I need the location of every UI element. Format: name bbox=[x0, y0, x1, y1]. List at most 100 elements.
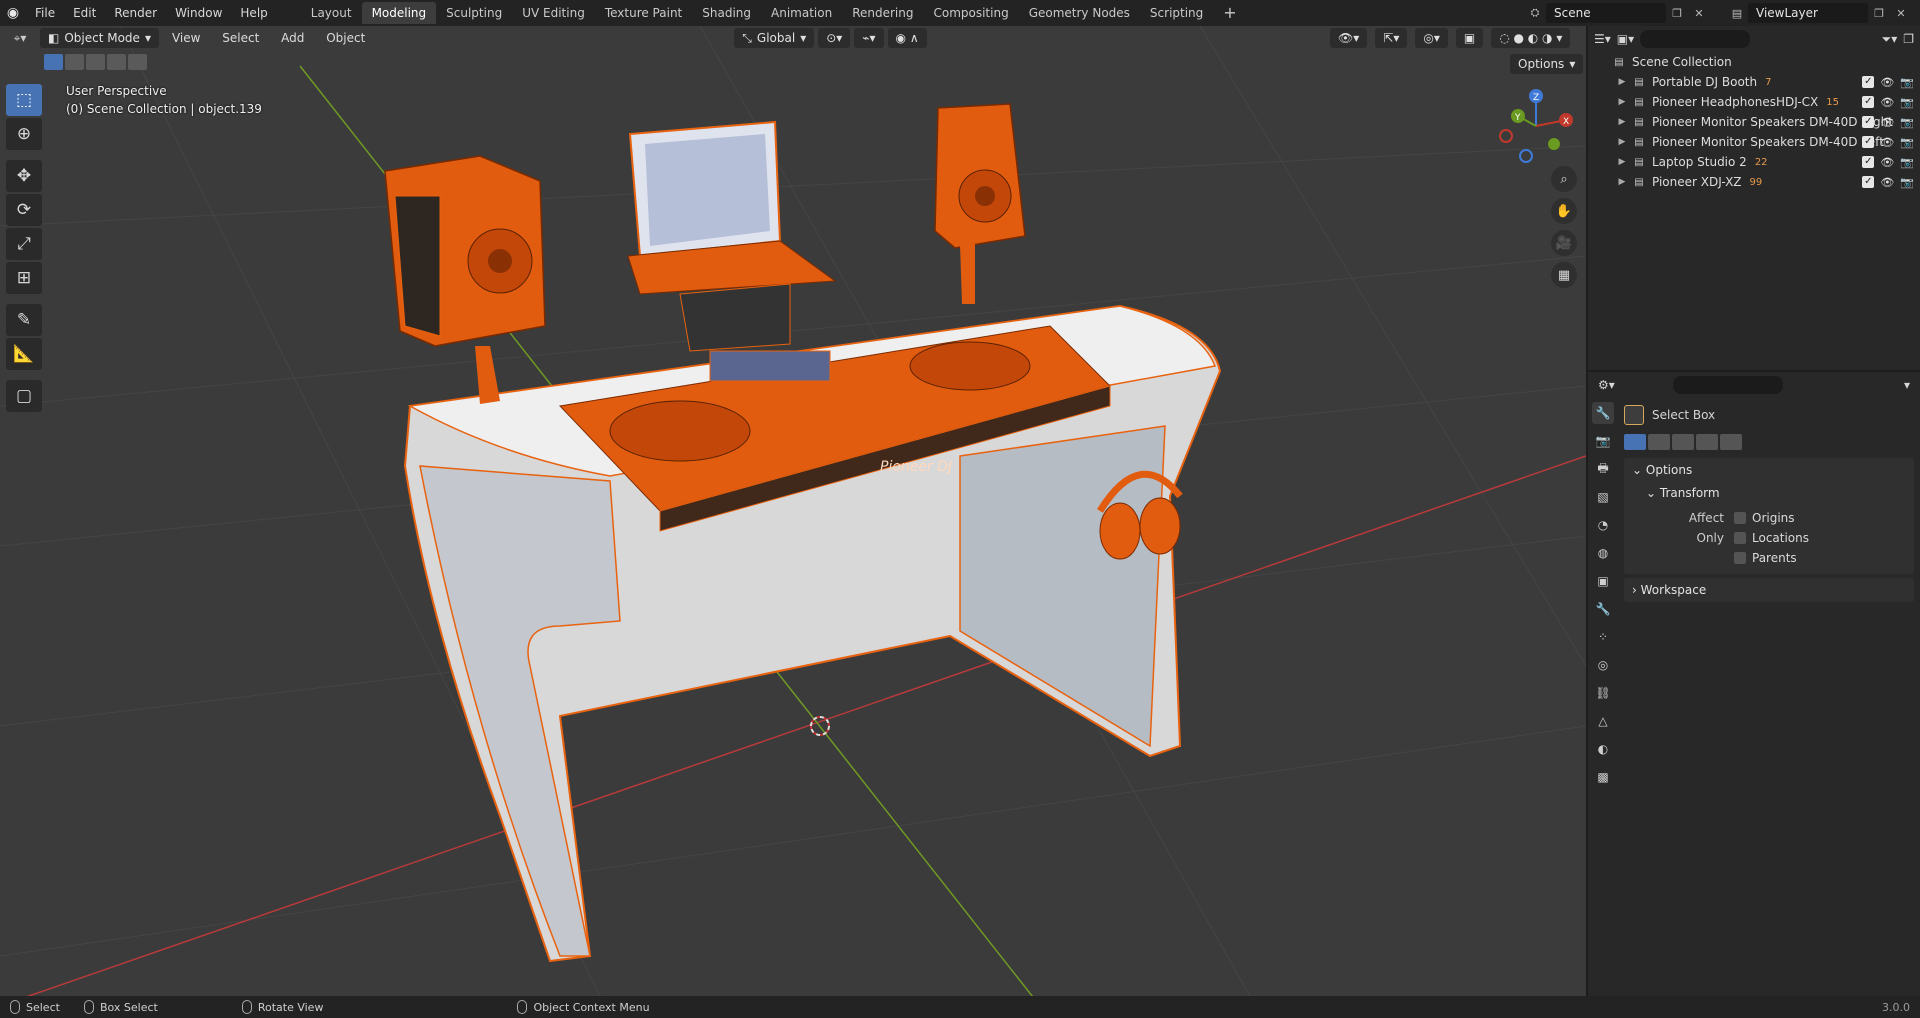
delete-view-layer-icon[interactable]: ✕ bbox=[1890, 3, 1912, 23]
select-box-tool-icon[interactable]: ⬚ bbox=[6, 84, 42, 116]
menu-file[interactable]: File bbox=[26, 0, 64, 26]
view-layer-field[interactable]: ViewLayer bbox=[1748, 3, 1868, 23]
add-workspace-button[interactable]: + bbox=[1213, 2, 1246, 24]
shading-modes[interactable]: ◌ ● ◐ ◑ ▾ bbox=[1491, 28, 1571, 48]
modifier-tab-icon[interactable]: 🔧 bbox=[1592, 598, 1614, 620]
visibility-eye-icon[interactable]: 👁 bbox=[1880, 156, 1894, 169]
display-mode-icon[interactable]: ▣▾ bbox=[1617, 32, 1634, 46]
select-new-icon[interactable] bbox=[44, 54, 63, 70]
render-camera-icon[interactable]: 📷 bbox=[1900, 96, 1914, 109]
new-collection-icon[interactable]: ❐ bbox=[1903, 32, 1914, 46]
chevron-down-icon[interactable]: ▾ bbox=[1904, 378, 1910, 392]
mode-extend-icon[interactable] bbox=[1648, 434, 1670, 450]
data-tab-icon[interactable]: △ bbox=[1592, 710, 1614, 732]
annotate-tool-icon[interactable]: ✎ bbox=[6, 304, 42, 336]
render-camera-icon[interactable]: 📷 bbox=[1900, 136, 1914, 149]
filter-icon[interactable]: ⏷▾ bbox=[1882, 32, 1898, 47]
world-tab-icon[interactable]: ◍ bbox=[1592, 542, 1614, 564]
include-checkbox[interactable]: ✓ bbox=[1862, 76, 1875, 88]
scene-tab-icon[interactable]: ◔ bbox=[1592, 514, 1614, 536]
outliner-item[interactable]: ▶ ▤ Portable DJ Booth 7 ✓ 👁 📷 bbox=[1588, 72, 1920, 92]
outliner-item[interactable]: ▶ ▤ Pioneer Monitor Speakers DM-40D Righ… bbox=[1588, 112, 1920, 132]
select-extend-icon[interactable] bbox=[65, 54, 84, 70]
menu-select[interactable]: Select bbox=[213, 31, 268, 45]
camera-view-icon[interactable]: 🎥 bbox=[1551, 230, 1577, 256]
navigation-gizmo[interactable]: Z X Y bbox=[1496, 86, 1576, 166]
select-invert-icon[interactable] bbox=[107, 54, 126, 70]
menu-add[interactable]: Add bbox=[272, 31, 313, 45]
tab-shading[interactable]: Shading bbox=[692, 2, 761, 24]
scene-name-field[interactable]: Scene bbox=[1546, 3, 1666, 23]
render-camera-icon[interactable]: 📷 bbox=[1900, 76, 1914, 89]
snap-toggle[interactable]: ⌁▾ bbox=[854, 28, 884, 48]
menu-view[interactable]: View bbox=[163, 31, 209, 45]
tab-rendering[interactable]: Rendering bbox=[842, 2, 923, 24]
gizmo-toggle[interactable]: ⇱▾ bbox=[1375, 28, 1408, 48]
tab-sculpting[interactable]: Sculpting bbox=[436, 2, 512, 24]
tab-scripting[interactable]: Scripting bbox=[1140, 2, 1213, 24]
transform-orientation-dropdown[interactable]: ⤡ Global ▾ bbox=[734, 28, 815, 48]
scene-collection-row[interactable]: ▤ Scene Collection bbox=[1588, 52, 1920, 72]
options-panel-header[interactable]: ⌄ Options bbox=[1624, 458, 1914, 482]
proportional-editing-toggle[interactable]: ◉ ∧ bbox=[887, 28, 927, 48]
expand-arrow-icon[interactable]: ▶ bbox=[1614, 77, 1630, 87]
properties-search-input[interactable] bbox=[1672, 376, 1783, 394]
expand-arrow-icon[interactable]: ▶ bbox=[1614, 157, 1630, 167]
menu-object[interactable]: Object bbox=[317, 31, 374, 45]
include-checkbox[interactable]: ✓ bbox=[1862, 136, 1875, 148]
transform-tool-icon[interactable]: ⊞ bbox=[6, 262, 42, 294]
include-checkbox[interactable]: ✓ bbox=[1862, 116, 1875, 128]
object-tab-icon[interactable]: ▣ bbox=[1592, 570, 1614, 592]
visibility-eye-icon[interactable]: 👁 bbox=[1880, 176, 1894, 189]
mode-set-icon[interactable] bbox=[1624, 434, 1646, 450]
expand-arrow-icon[interactable]: ▶ bbox=[1614, 117, 1630, 127]
physics-tab-icon[interactable]: ◎ bbox=[1592, 654, 1614, 676]
scale-tool-icon[interactable]: ⤢ bbox=[6, 228, 42, 260]
outliner-editor-icon[interactable]: ☰▾ bbox=[1594, 32, 1611, 46]
visibility-eye-icon[interactable]: 👁 bbox=[1880, 116, 1894, 129]
menu-window[interactable]: Window bbox=[166, 0, 231, 26]
outliner-item[interactable]: ▶ ▤ Pioneer HeadphonesHDJ-CX 15 ✓ 👁 📷 bbox=[1588, 92, 1920, 112]
delete-scene-icon[interactable]: ✕ bbox=[1688, 3, 1710, 23]
parents-checkbox[interactable]: Parents bbox=[1734, 548, 1809, 568]
new-view-layer-icon[interactable]: ❐ bbox=[1868, 3, 1890, 23]
texture-tab-icon[interactable]: ▩ bbox=[1592, 766, 1614, 788]
zoom-icon[interactable]: ⌕ bbox=[1551, 166, 1577, 192]
scene-icon[interactable]: ⛭ bbox=[1524, 3, 1546, 23]
tool-tab-icon[interactable]: 🔧 bbox=[1592, 402, 1614, 424]
expand-arrow-icon[interactable]: ▶ bbox=[1614, 137, 1630, 147]
tab-compositing[interactable]: Compositing bbox=[923, 2, 1018, 24]
menu-edit[interactable]: Edit bbox=[64, 0, 105, 26]
3d-viewport[interactable]: Pioneer DJ ⌖▾ ◧ Object Mode ▾ View Selec… bbox=[0, 26, 1586, 996]
menu-render[interactable]: Render bbox=[105, 0, 166, 26]
cursor-tool-icon[interactable]: ⊕ bbox=[6, 118, 42, 150]
constraints-tab-icon[interactable]: ⛓ bbox=[1592, 682, 1614, 704]
render-tab-icon[interactable]: 📷 bbox=[1592, 430, 1614, 452]
outliner-item[interactable]: ▶ ▤ Pioneer XDJ-XZ 99 ✓ 👁 📷 bbox=[1588, 172, 1920, 192]
origins-checkbox[interactable]: Origins bbox=[1734, 508, 1809, 528]
view-layer-icon[interactable]: ▤ bbox=[1726, 3, 1748, 23]
add-cube-tool-icon[interactable]: ▢ bbox=[6, 380, 42, 412]
render-camera-icon[interactable]: 📷 bbox=[1900, 116, 1914, 129]
viewport-options-button[interactable]: Options ▾ bbox=[1510, 54, 1584, 74]
include-checkbox[interactable]: ✓ bbox=[1862, 156, 1875, 168]
tab-animation[interactable]: Animation bbox=[761, 2, 842, 24]
pivot-point-dropdown[interactable]: ⊙▾ bbox=[818, 28, 851, 48]
mode-invert-icon[interactable] bbox=[1696, 434, 1718, 450]
include-checkbox[interactable]: ✓ bbox=[1862, 176, 1875, 188]
visibility-dropdown[interactable]: 👁▾ bbox=[1330, 28, 1368, 48]
object-mode-dropdown[interactable]: ◧ Object Mode ▾ bbox=[40, 28, 159, 48]
viewport-scene[interactable]: Pioneer DJ bbox=[0, 26, 1586, 996]
outliner-item[interactable]: ▶ ▤ Pioneer Monitor Speakers DM-40D Left… bbox=[1588, 132, 1920, 152]
new-scene-icon[interactable]: ❐ bbox=[1666, 3, 1688, 23]
ortho-grid-icon[interactable]: ▦ bbox=[1551, 262, 1577, 288]
rotate-tool-icon[interactable]: ⟳ bbox=[6, 194, 42, 226]
tab-modeling[interactable]: Modeling bbox=[361, 2, 437, 24]
expand-arrow-icon[interactable]: ▶ bbox=[1614, 97, 1630, 107]
editor-type-icon[interactable]: ⌖▾ bbox=[0, 31, 40, 46]
include-checkbox[interactable]: ✓ bbox=[1862, 96, 1875, 108]
tab-layout[interactable]: Layout bbox=[301, 2, 362, 24]
select-subtract-icon[interactable] bbox=[86, 54, 105, 70]
blender-logo-icon[interactable]: ◉ bbox=[0, 0, 26, 26]
tab-texture-paint[interactable]: Texture Paint bbox=[595, 2, 692, 24]
